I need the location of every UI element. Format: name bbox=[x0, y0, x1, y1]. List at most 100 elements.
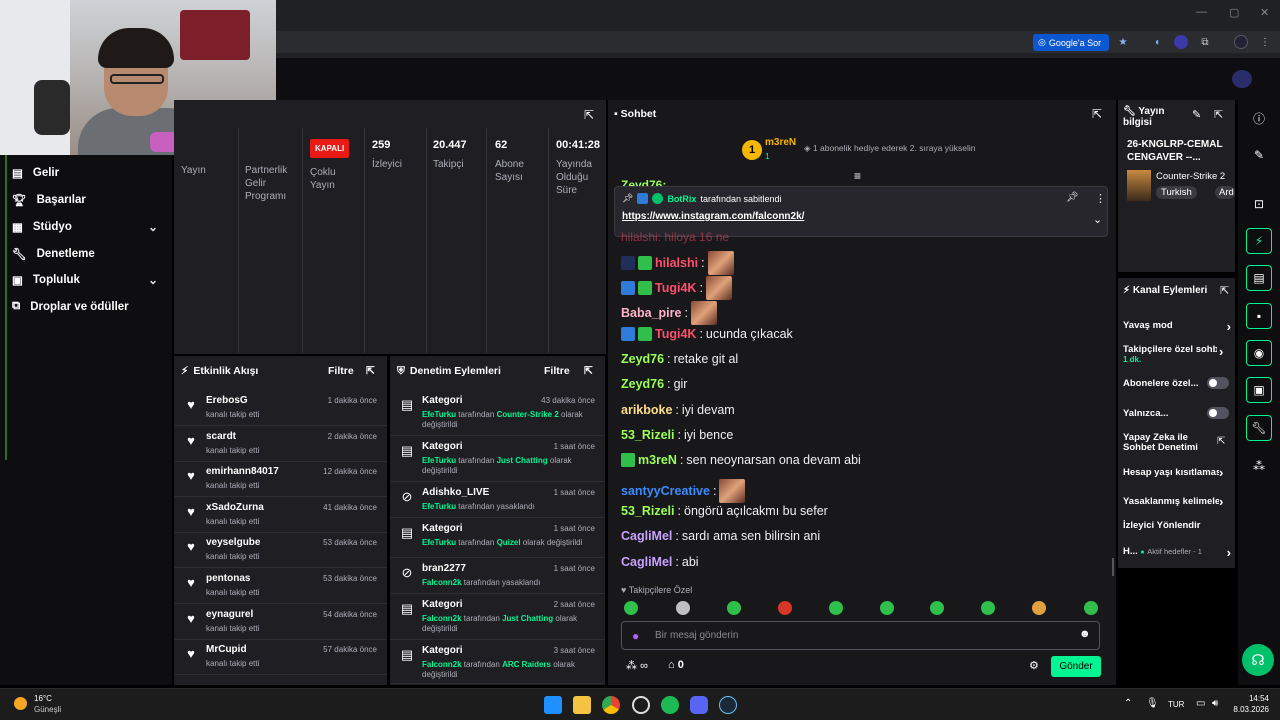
popout-icon[interactable]: ⇱ bbox=[584, 108, 594, 122]
chat-username[interactable]: hilalshi bbox=[655, 256, 698, 270]
chat-username[interactable]: Baba_pire bbox=[621, 306, 681, 320]
action-followers-only[interactable]: Takipçilere özel sohbet bbox=[1123, 344, 1217, 355]
chat-message[interactable]: Tugi4K: ucunda çıkacak bbox=[621, 327, 793, 341]
emote-image[interactable] bbox=[707, 251, 734, 275]
weather-widget[interactable]: 16°C Güneşli bbox=[34, 693, 61, 715]
windows-start-icon[interactable] bbox=[544, 696, 562, 714]
mic-tray-icon[interactable]: 🎙︎ bbox=[1146, 698, 1159, 709]
action-slow-mode[interactable]: Yavaş mod › bbox=[1123, 319, 1231, 334]
chat-username[interactable]: m3reN bbox=[638, 453, 677, 467]
send-button[interactable]: Gönder bbox=[1051, 656, 1101, 677]
moderation-row[interactable]: ▤ Kategori EfeTurku tarafından Just Chatti… bbox=[390, 436, 605, 482]
activity-row[interactable]: ♥ eynagurel kanalı takip etti 54 dakika önc… bbox=[174, 604, 387, 640]
edit-pencil-icon[interactable]: ✎ bbox=[1246, 142, 1272, 168]
tag-turkish[interactable]: Turkish bbox=[1156, 186, 1197, 199]
activity-row[interactable]: ♥ scardt kanalı takip etti 2 dakika önce bbox=[174, 426, 387, 462]
quick-emote-icon[interactable] bbox=[930, 601, 944, 615]
action-banned-words[interactable]: Yasaklanmış kelimeler bbox=[1123, 496, 1219, 507]
popout-icon[interactable]: ⇱ bbox=[366, 365, 375, 377]
category-name[interactable]: Counter-Strike 2 bbox=[1156, 171, 1235, 182]
chevron-right-icon[interactable]: › bbox=[1219, 494, 1223, 509]
activity-row[interactable]: ♥ MrCupid kanalı takip etti 57 dakika önce bbox=[174, 639, 387, 676]
chat-message[interactable]: arikboke: iyi devam bbox=[621, 403, 735, 417]
quick-emote-icon[interactable] bbox=[624, 601, 638, 615]
chat-username[interactable]: CagliMel bbox=[621, 555, 672, 569]
chat-username[interactable]: 53_Rizeli bbox=[621, 428, 675, 442]
action-goals[interactable]: H... ● Aktif hedefler - 1 › bbox=[1123, 545, 1231, 560]
sidebar-item-gelir[interactable]: ▤ Gelir bbox=[0, 159, 172, 186]
chat-scrollbar[interactable] bbox=[1112, 558, 1114, 576]
profile-avatar-icon[interactable] bbox=[1234, 35, 1248, 49]
more-options-icon[interactable]: ⋮ bbox=[1095, 192, 1106, 205]
obs-icon[interactable] bbox=[632, 696, 650, 714]
extension-audio-icon[interactable]: ◖ bbox=[1150, 35, 1164, 49]
chat-username[interactable]: arikboke bbox=[621, 403, 672, 417]
notes-icon[interactable]: ▤ bbox=[1246, 265, 1272, 291]
steam-icon[interactable] bbox=[719, 696, 737, 714]
extension-icon[interactable] bbox=[1174, 35, 1188, 49]
emote-image[interactable] bbox=[705, 276, 732, 300]
bookmark-star-icon[interactable]: ★ bbox=[1116, 35, 1130, 49]
tray-chevron-up-icon[interactable]: ⌃ bbox=[1124, 698, 1132, 709]
quick-emote-icon[interactable] bbox=[829, 601, 843, 615]
chat-message[interactable]: m3reN: sen neoynarsan ona devam abi bbox=[621, 453, 861, 467]
popout-icon[interactable]: ⇱ bbox=[1214, 108, 1223, 121]
activity-row[interactable]: ♥ veyselgube kanalı takip etti 53 dakika ön… bbox=[174, 532, 387, 569]
clock[interactable]: 14:54 8.03.2026 bbox=[1231, 693, 1269, 715]
chat-message[interactable]: Baba_pire: bbox=[621, 301, 717, 325]
chrome-icon[interactable] bbox=[602, 696, 620, 714]
chat-icon[interactable]: ▪ bbox=[1246, 303, 1272, 329]
wrench-icon[interactable]: 🔧︎ bbox=[1246, 415, 1272, 441]
extensions-puzzle-icon[interactable]: ⧉ bbox=[1198, 35, 1212, 49]
quick-emote-icon[interactable] bbox=[981, 601, 995, 615]
mic-icon[interactable]: ● bbox=[632, 629, 639, 643]
screenshot-icon[interactable]: ⊡ bbox=[1246, 191, 1272, 217]
bolt-icon[interactable]: ⚡︎ bbox=[1246, 228, 1272, 254]
settings-gear-icon[interactable]: ⚙ bbox=[1029, 659, 1039, 672]
broadcast-icon[interactable]: ◉ bbox=[1246, 340, 1272, 366]
chat-message[interactable]: santyyCreative: bbox=[621, 479, 746, 503]
more-menu-icon[interactable]: ⋮ bbox=[1258, 35, 1272, 49]
sidebar-item-topluluk[interactable]: ▣ Topluluk ⌄ bbox=[0, 266, 172, 293]
category-thumbnail[interactable] bbox=[1127, 170, 1151, 201]
activity-filter-button[interactable]: Filtre bbox=[328, 365, 354, 377]
sidebar-item-droplar[interactable]: ⧉ Droplar ve ödüller bbox=[0, 293, 172, 320]
quick-emote-icon[interactable] bbox=[880, 601, 894, 615]
volume-icon[interactable]: 🔊︎ bbox=[1212, 698, 1218, 709]
chat-message[interactable]: Zeyd76: retake git al bbox=[621, 352, 738, 366]
sidebar-item-studyo[interactable]: ▦ Stüdyo ⌄ bbox=[0, 213, 172, 240]
emotes-only-toggle[interactable] bbox=[1207, 407, 1229, 419]
moderation-row[interactable]: ⊘ Adishko_LIVE EfeTurku tarafından yasakla… bbox=[390, 482, 605, 518]
chat-username[interactable]: Zeyd76 bbox=[621, 352, 664, 366]
spotify-icon[interactable] bbox=[661, 696, 679, 714]
moderation-row[interactable]: ▤ Kategori Falconn2k tarafından ARC Raider… bbox=[390, 640, 605, 684]
action-ai-moderation[interactable]: Yapay Zeka ile Sohbet Denetimi bbox=[1123, 433, 1211, 453]
scroll-down-icon[interactable]: ≡ bbox=[854, 169, 861, 183]
moderation-row[interactable]: ⊘ bran2277 Falconn2k tarafından yasaklandı… bbox=[390, 558, 605, 594]
unpin-icon[interactable]: 📌︎ bbox=[1066, 192, 1079, 203]
tag-ard[interactable]: Ard bbox=[1215, 186, 1235, 199]
chat-message[interactable]: CagliMel: abi bbox=[621, 555, 699, 569]
gift-leader-name[interactable]: m3reN bbox=[765, 137, 796, 148]
moderation-row[interactable]: ▤ Kategori EfeTurku tarafından Counter-Str… bbox=[390, 390, 605, 436]
sidebar-item-denetleme[interactable]: 🔧︎ Denetleme bbox=[0, 240, 172, 267]
chat-message[interactable]: CagliMel: sardı ama sen bilirsin ani bbox=[621, 529, 820, 543]
chat-input[interactable]: ● Bir mesaj gönderin ☻ bbox=[621, 621, 1100, 650]
emoji-icon[interactable]: ☻ bbox=[1079, 628, 1091, 640]
minimize-icon[interactable]: — bbox=[1196, 6, 1207, 18]
support-headset-icon[interactable]: ☊ bbox=[1242, 644, 1274, 676]
edit-pencil-icon[interactable]: ✎ bbox=[1192, 108, 1201, 121]
chat-username[interactable]: santyyCreative bbox=[621, 484, 710, 498]
info-icon[interactable]: ⓘ bbox=[1246, 105, 1272, 131]
emote-image[interactable] bbox=[719, 479, 746, 503]
chat-message[interactable]: Zeyd76: gir bbox=[621, 377, 687, 391]
activity-row[interactable]: ♥ xSadoZurna kanalı takip etti 41 dakika ön… bbox=[174, 497, 387, 533]
quick-emote-icon[interactable] bbox=[1084, 601, 1098, 615]
quick-emote-icon[interactable] bbox=[1032, 601, 1046, 615]
weather-sun-icon[interactable] bbox=[14, 697, 27, 710]
moderation-row[interactable]: ▤ Kategori EfeTurku tarafından Quizel olar… bbox=[390, 518, 605, 558]
network-icon[interactable]: ▭ bbox=[1196, 698, 1205, 709]
chat-message[interactable]: 53_Rizeli: iyi bence bbox=[621, 428, 733, 442]
chat-username[interactable]: Tugi4K bbox=[655, 281, 696, 295]
chat-username[interactable]: Tugi4K bbox=[655, 327, 696, 341]
